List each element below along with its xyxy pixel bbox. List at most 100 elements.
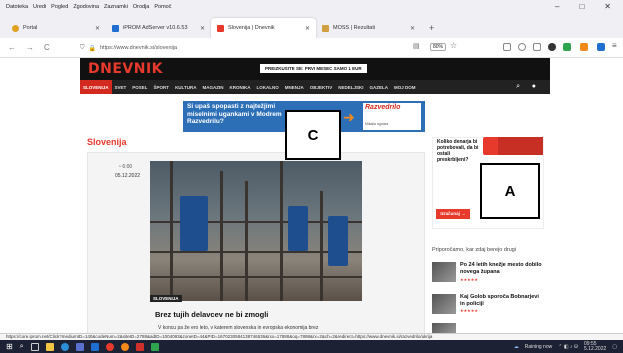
- notification-icon[interactable]: ▢: [612, 344, 617, 350]
- extension-blue-icon[interactable]: [597, 43, 605, 51]
- menu-file[interactable]: Datoteka: [6, 4, 28, 10]
- app-icon[interactable]: [135, 342, 144, 351]
- ad-tagline: Mikaila uganka: [365, 122, 389, 126]
- tab-dnevnik[interactable]: Slovenija | Dnevnik ✕: [211, 18, 316, 38]
- moss-favicon-icon: [322, 24, 329, 32]
- account-icon[interactable]: [518, 43, 526, 51]
- thumbnail[interactable]: [432, 262, 456, 282]
- close-tab-icon[interactable]: ✕: [95, 25, 100, 32]
- nav-item-lokalno[interactable]: LOKALNO: [253, 80, 281, 94]
- site-user-icon[interactable]: ●: [532, 83, 536, 90]
- nav-item-kultura[interactable]: KULTURA: [172, 80, 199, 94]
- new-tab-button[interactable]: +: [429, 23, 434, 33]
- tab-label: Slovenija | Dnevnik: [228, 25, 275, 31]
- close-tab-icon[interactable]: ✕: [305, 25, 310, 32]
- thumbnail[interactable]: [432, 323, 456, 333]
- site-logo[interactable]: DNEVNIK: [88, 61, 163, 77]
- maximize-button[interactable]: □: [579, 2, 584, 11]
- windows-taskbar: ⊞ ⌕ ☁ Raining now ⌃ ◧ ♪ ⛁ 09:55 5.12.202…: [0, 340, 623, 353]
- nav-item-svet[interactable]: SVET: [112, 80, 130, 94]
- thumbnail[interactable]: [432, 294, 456, 314]
- tab-portal[interactable]: Portal ✕: [6, 18, 106, 38]
- start-icon[interactable]: ⊞: [6, 342, 13, 351]
- status-bar-url: https://core.iprom.net/Click?mediumID=14…: [0, 333, 623, 340]
- nav-item-moj-dom[interactable]: MOJ DOM: [391, 80, 419, 94]
- mail-icon[interactable]: [90, 342, 99, 351]
- weather-text[interactable]: Raining now: [525, 344, 553, 350]
- url-text[interactable]: https://www.dnevnik.si/slovenija: [100, 45, 177, 51]
- annotation-label-a: A: [504, 182, 516, 200]
- weather-icon[interactable]: ☁: [514, 344, 519, 350]
- file-explorer-icon[interactable]: [45, 342, 54, 351]
- site-search-icon[interactable]: ⌕: [516, 83, 520, 91]
- forward-button[interactable]: →: [26, 43, 34, 52]
- edge-icon[interactable]: [60, 342, 69, 351]
- nav-item-magazin[interactable]: MAGAZIN: [199, 80, 226, 94]
- nav-item-sport[interactable]: ŠPORT: [151, 80, 173, 94]
- menu-history[interactable]: Zgodovina: [73, 4, 99, 10]
- side-ad-banner: [498, 137, 543, 155]
- list-item[interactable]: [432, 323, 544, 333]
- address-bar[interactable]: ⛉ 🔒 https://www.dnevnik.si/slovenija: [80, 41, 430, 55]
- iprom-favicon-icon: [112, 24, 119, 32]
- menu-help[interactable]: Pomoč: [154, 4, 171, 10]
- minimize-button[interactable]: –: [555, 2, 559, 11]
- tab-iprom[interactable]: iPROM AdServer v10.6.53 ✕: [106, 18, 211, 38]
- task-view-icon[interactable]: [30, 342, 39, 351]
- store-icon[interactable]: [75, 342, 84, 351]
- rating-stars: ★★★★★: [460, 277, 478, 282]
- list-item[interactable]: Kaj Golob sporoča Bobnarjevi in policiji…: [432, 294, 544, 320]
- dnevnik-favicon-icon: [217, 24, 224, 32]
- menu-bookmarks[interactable]: Zaznamki: [104, 4, 128, 10]
- nav-item-nedeljski[interactable]: NEDELJSKI: [335, 80, 366, 94]
- annotation-box-a: A: [480, 163, 540, 219]
- nav-item-mnenja[interactable]: MNENJA: [282, 80, 307, 94]
- zoom-level[interactable]: 80%: [430, 43, 447, 51]
- tab-moss[interactable]: MOSS | Rezultati ✕: [316, 18, 421, 38]
- menu-view[interactable]: Pogled: [51, 4, 68, 10]
- nav-item-objektiv[interactable]: OBJEKTIV: [307, 80, 336, 94]
- bookmark-star-icon[interactable]: ☆: [450, 41, 457, 50]
- close-tab-icon[interactable]: ✕: [410, 25, 415, 32]
- nav-item-kronika[interactable]: KRONIKA: [226, 80, 253, 94]
- hamburger-menu-icon[interactable]: ≡: [612, 41, 617, 50]
- nav-item-posel[interactable]: POSEL: [129, 80, 150, 94]
- ad-brand: Razvedrilo: [365, 104, 401, 111]
- library-icon[interactable]: [533, 43, 541, 51]
- photo-category-tag[interactable]: SLOVENIJA: [150, 295, 182, 302]
- section-title: Slovenija: [87, 137, 127, 147]
- chrome-icon[interactable]: [105, 342, 114, 351]
- ad-text: Si upaš spopasti z najtežjimi miselnimi …: [187, 103, 282, 125]
- article-time-text: 6:00: [122, 164, 133, 170]
- list-item-title[interactable]: Po 24 letih knežje mesto dobilo novega ž…: [460, 262, 544, 275]
- search-icon[interactable]: ⌕: [20, 343, 24, 351]
- article-headline[interactable]: Brez tujih delavcev ne bi zmogli: [155, 310, 268, 319]
- menu-edit[interactable]: Uredi: [33, 4, 46, 10]
- subscribe-promo-button[interactable]: PREIZKUSITE SE: PRVI MESEC SAMO 1 EUR: [260, 64, 367, 73]
- reload-button[interactable]: C: [44, 43, 50, 52]
- nav-item-gazela[interactable]: GAZELA: [367, 80, 392, 94]
- side-ad-button[interactable]: Izračunaj →: [436, 209, 470, 219]
- tray-icons[interactable]: ⌃ ◧ ♪ ⛁: [558, 344, 578, 350]
- extension-orange-icon[interactable]: [580, 43, 588, 51]
- firefox-icon[interactable]: [120, 342, 129, 351]
- list-item[interactable]: Po 24 letih knežje mesto dobilo novega ž…: [432, 262, 544, 288]
- close-window-button[interactable]: ✕: [604, 2, 611, 11]
- article-photo[interactable]: [150, 161, 362, 301]
- menu-tools[interactable]: Orodja: [133, 4, 150, 10]
- back-button[interactable]: ←: [8, 43, 16, 52]
- clock[interactable]: 09:55 5.12.2022: [584, 342, 606, 352]
- pocket-icon[interactable]: [503, 43, 511, 51]
- extension-dark-icon[interactable]: [548, 43, 556, 51]
- ad-brand-badge: Razvedrilo Mikaila uganka: [363, 103, 421, 130]
- nav-item-slovenija[interactable]: SLOVENIJA: [80, 80, 112, 94]
- app-icon-2[interactable]: [150, 342, 159, 351]
- annotation-label-c: C: [307, 126, 319, 144]
- system-tray: ☁ Raining now ⌃ ◧ ♪ ⛁ 09:55 5.12.2022 ▢: [514, 342, 617, 352]
- close-tab-icon[interactable]: ✕: [200, 25, 205, 32]
- extension-green-icon[interactable]: [563, 43, 571, 51]
- reader-view-icon[interactable]: ▤: [413, 42, 420, 50]
- article-lede: V koncu pa že ero leto, v katerem sloven…: [158, 325, 319, 331]
- list-item-title[interactable]: Kaj Golob sporoča Bobnarjevi in policiji: [460, 294, 544, 307]
- site-header: DNEVNIK PREIZKUSITE SE: PRVI MESEC SAMO …: [80, 58, 550, 80]
